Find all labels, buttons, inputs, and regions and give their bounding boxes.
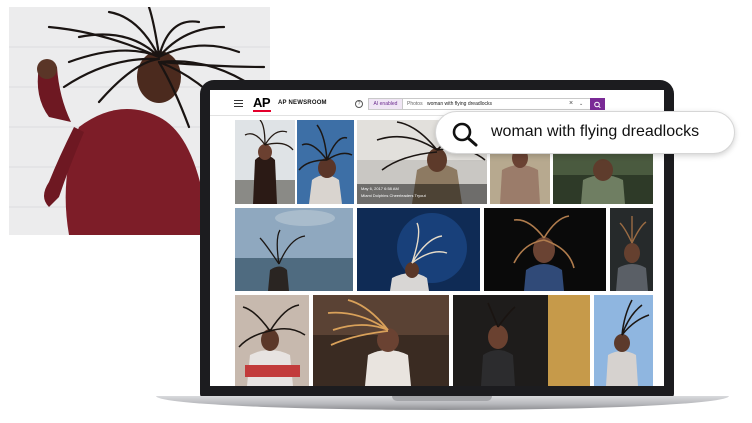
result-image[interactable]	[594, 295, 653, 386]
clear-icon[interactable]: ×	[569, 99, 573, 109]
search-icon	[594, 101, 601, 109]
result-photo	[610, 208, 653, 291]
result-image[interactable]	[453, 295, 590, 386]
ap-logo[interactable]: AP	[253, 95, 271, 110]
result-image[interactable]	[297, 120, 354, 204]
help-icon[interactable]: ?	[355, 100, 363, 108]
result-photo	[357, 208, 480, 291]
chevron-down-icon[interactable]: ⌄	[579, 99, 583, 109]
result-photo	[484, 208, 606, 291]
result-photo	[453, 295, 590, 386]
search-bar[interactable]: AI enabled Photos woman with flying drea…	[368, 98, 605, 110]
result-image[interactable]	[610, 208, 653, 291]
result-photo	[297, 120, 354, 204]
result-photo	[313, 295, 449, 386]
search-button[interactable]	[590, 98, 605, 110]
overlay-search-box[interactable]: woman with flying dreadlocks	[435, 111, 735, 154]
result-photo	[235, 208, 353, 291]
result-photo	[235, 295, 309, 386]
result-image[interactable]	[484, 208, 606, 291]
menu-icon[interactable]	[234, 100, 243, 107]
result-photo	[235, 120, 295, 204]
media-filter[interactable]: Photos	[407, 99, 423, 109]
result-image[interactable]	[235, 208, 353, 291]
result-image[interactable]	[357, 208, 480, 291]
ap-logo-underline	[253, 110, 271, 112]
overlay-search-query[interactable]: woman with flying dreadlocks	[491, 123, 699, 141]
result-caption-title: Miami Dolphins Cheerleaders Tryout	[361, 193, 426, 198]
ai-enabled-badge[interactable]: AI enabled	[369, 99, 403, 109]
search-input[interactable]: woman with flying dreadlocks	[427, 99, 492, 109]
result-image[interactable]	[235, 120, 295, 204]
laptop-notch	[392, 396, 492, 401]
search-icon	[452, 122, 478, 147]
result-caption-date: May 6, 2017 6:58 AM	[361, 186, 399, 191]
result-photo	[594, 295, 653, 386]
result-image[interactable]	[313, 295, 449, 386]
brand-name: AP NEWSROOM	[278, 100, 327, 106]
result-image[interactable]	[235, 295, 309, 386]
